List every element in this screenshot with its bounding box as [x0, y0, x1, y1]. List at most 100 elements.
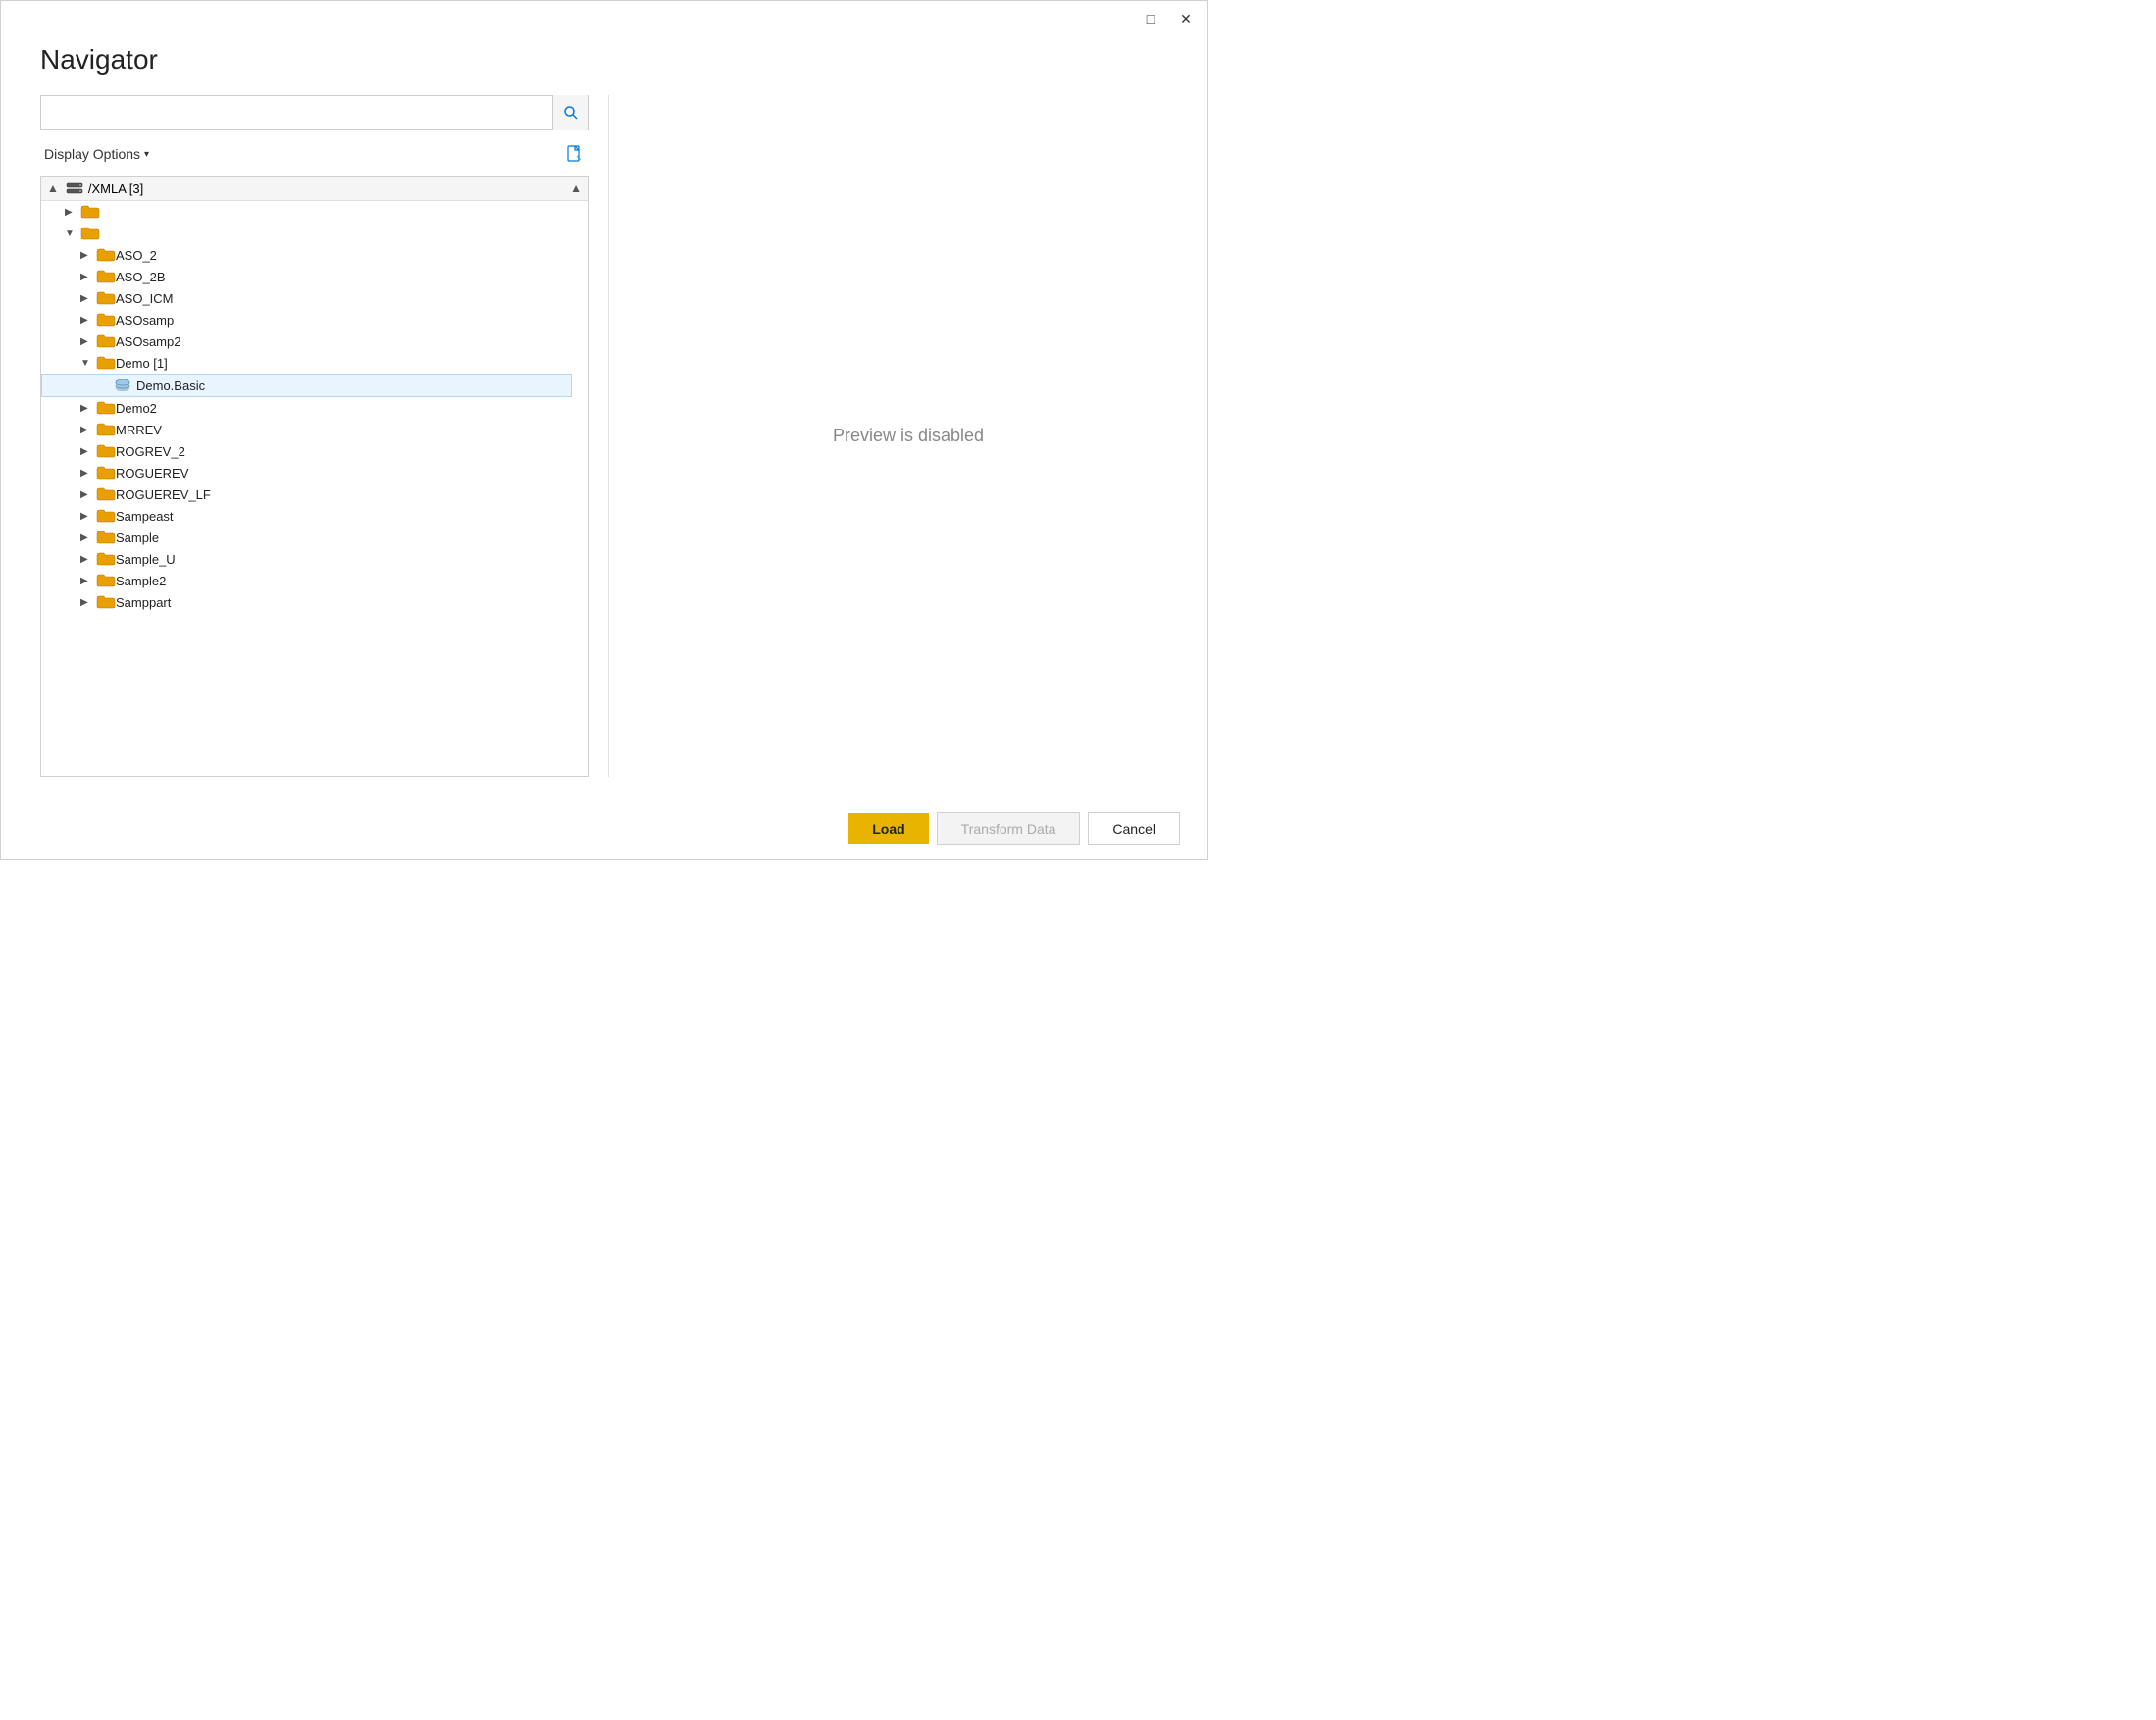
- folder-icon: [96, 551, 116, 567]
- item-label: ASOsamp: [116, 313, 174, 328]
- expander-icon: ▼: [80, 358, 96, 369]
- page-title: Navigator: [1, 36, 1207, 95]
- close-button[interactable]: ✕: [1176, 9, 1196, 28]
- item-label: ASO_2: [116, 248, 157, 263]
- folder-icon: [96, 355, 116, 371]
- transform-data-button: Transform Data: [937, 812, 1081, 845]
- list-item[interactable]: ▶ ASO_2B: [41, 266, 572, 287]
- item-label: Demo [1]: [116, 356, 168, 371]
- expander-icon: ▶: [80, 511, 96, 522]
- tree-collapse-button[interactable]: ▲: [570, 181, 582, 195]
- item-label: Demo.Basic: [136, 379, 205, 393]
- item-label: ROGUEREV: [116, 466, 188, 481]
- item-label: ROGUEREV_LF: [116, 487, 211, 502]
- display-options-button[interactable]: Display Options ▾: [40, 144, 153, 164]
- expander-icon: ▶: [80, 489, 96, 500]
- expander-icon: ▶: [80, 272, 96, 282]
- item-label: Demo2: [116, 401, 157, 416]
- server-icon: [65, 180, 84, 196]
- list-item[interactable]: ▶ ROGUEREV: [41, 462, 572, 483]
- folder-icon: [96, 573, 116, 588]
- main-layout: Display Options ▾ ▲: [1, 95, 1207, 835]
- expander-icon: ▶: [80, 446, 96, 457]
- tree-container: ▲ /XMLA [3] ▲ ▶: [40, 176, 589, 777]
- folder-icon: [96, 247, 116, 263]
- expander-icon: ▶: [80, 554, 96, 565]
- folder-icon: [96, 290, 116, 306]
- display-options-row: Display Options ▾: [40, 140, 589, 168]
- search-input[interactable]: [41, 96, 552, 129]
- item-label: Samppart: [116, 595, 171, 610]
- tree-body[interactable]: ▶ ▼ ▶: [41, 201, 588, 769]
- tree-header: ▲ /XMLA [3] ▲: [41, 177, 588, 201]
- folder-icon: [96, 400, 116, 416]
- tree-root-label: /XMLA [3]: [88, 181, 143, 196]
- folder-icon: [80, 226, 100, 241]
- folder-icon: [96, 443, 116, 459]
- folder-icon: [96, 594, 116, 610]
- expander-icon: ▼: [65, 228, 80, 239]
- minimize-button[interactable]: □: [1141, 9, 1160, 28]
- expander-icon: ▶: [80, 315, 96, 326]
- folder-icon: [96, 530, 116, 545]
- search-icon[interactable]: [552, 95, 588, 130]
- folder-icon: [96, 465, 116, 481]
- list-item[interactable]: ▼: [41, 223, 572, 244]
- item-label: MRREV: [116, 423, 162, 437]
- expander-icon: ▶: [80, 336, 96, 347]
- list-item[interactable]: ▶ Sample: [41, 527, 572, 548]
- expander-icon: ▶: [80, 403, 96, 414]
- folder-icon: [96, 422, 116, 437]
- folder-icon: [96, 508, 116, 524]
- preview-disabled-text: Preview is disabled: [833, 426, 984, 446]
- expander-icon: ▶: [80, 425, 96, 435]
- list-item[interactable]: ▼ Demo [1]: [41, 352, 572, 374]
- list-item[interactable]: ▶ ASOsamp: [41, 309, 572, 330]
- cancel-button[interactable]: Cancel: [1088, 812, 1180, 845]
- expander-icon: ▶: [80, 468, 96, 479]
- item-label: ASO_2B: [116, 270, 166, 284]
- list-item[interactable]: ▶ Sample2: [41, 570, 572, 591]
- expander-icon: ▶: [80, 532, 96, 543]
- list-item[interactable]: ▶: [41, 201, 572, 223]
- item-label: Sample2: [116, 574, 166, 588]
- folder-icon: [96, 269, 116, 284]
- expander-icon: ▶: [80, 250, 96, 261]
- list-item[interactable]: Demo.Basic: [41, 374, 572, 397]
- list-item[interactable]: ▶ ASOsamp2: [41, 330, 572, 352]
- load-button[interactable]: Load: [848, 813, 928, 844]
- expander-icon: ▶: [80, 293, 96, 304]
- title-bar: □ ✕: [1, 1, 1207, 36]
- list-item[interactable]: ▶ Samppart: [41, 591, 572, 613]
- expander-icon: ▶: [80, 576, 96, 586]
- item-label: ASO_ICM: [116, 291, 174, 306]
- list-item[interactable]: ▶ ROGUEREV_LF: [41, 483, 572, 505]
- list-item[interactable]: ▶ Demo2: [41, 397, 572, 419]
- search-bar: [40, 95, 589, 130]
- item-label: ASOsamp2: [116, 334, 180, 349]
- item-label: Sample: [116, 531, 159, 545]
- bottom-bar: Load Transform Data Cancel: [821, 798, 1207, 859]
- item-label: Sampeast: [116, 509, 174, 524]
- list-item[interactable]: ▶ MRREV: [41, 419, 572, 440]
- chevron-down-icon: ▾: [144, 149, 149, 160]
- item-label: Sample_U: [116, 552, 176, 567]
- folder-icon: [96, 486, 116, 502]
- list-item[interactable]: ▶ Sampeast: [41, 505, 572, 527]
- right-panel: Preview is disabled: [609, 95, 1207, 777]
- list-item[interactable]: ▶ Sample_U: [41, 548, 572, 570]
- expander-icon: ▶: [80, 597, 96, 608]
- folder-icon: [96, 312, 116, 328]
- folder-icon: [96, 333, 116, 349]
- export-file-icon[interactable]: [561, 140, 589, 168]
- expander-icon: ▶: [65, 207, 80, 218]
- list-item[interactable]: ▶ ROGREV_2: [41, 440, 572, 462]
- list-item[interactable]: ▶ ASO_ICM: [41, 287, 572, 309]
- item-label: ROGREV_2: [116, 444, 185, 459]
- database-icon: [113, 378, 132, 393]
- list-item[interactable]: ▶ ASO_2: [41, 244, 572, 266]
- folder-icon: [80, 204, 100, 220]
- display-options-label: Display Options: [44, 146, 140, 162]
- collapse-up-icon: ▲: [47, 181, 59, 195]
- left-panel: Display Options ▾ ▲: [1, 95, 609, 777]
